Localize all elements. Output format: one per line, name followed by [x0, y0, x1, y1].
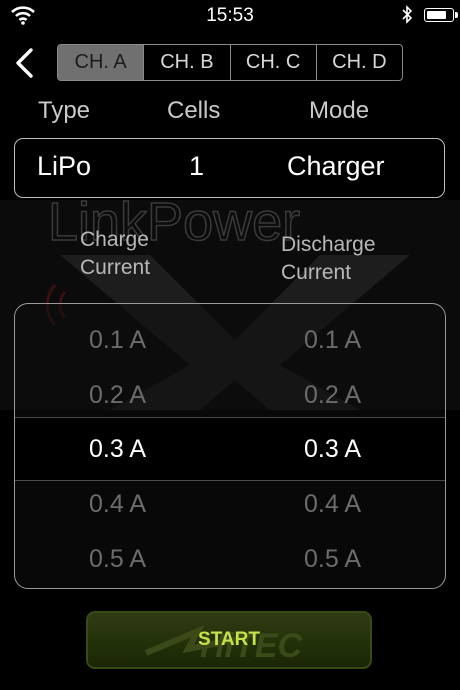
mode-header: Mode [309, 97, 370, 124]
charge-option[interactable]: 0.2 A [89, 381, 146, 410]
charge-option[interactable]: 0.5 A [89, 545, 146, 574]
cells-value[interactable]: 1 [189, 151, 204, 182]
start-label: START [198, 629, 260, 650]
current-picker[interactable]: 0.1 A 0.2 A 0.3 A 0.4 A 0.5 A 0.1 A 0.2 … [14, 303, 446, 589]
tab-ch-a[interactable]: CH. A [58, 45, 144, 80]
discharge-option-selected[interactable]: 0.3 A [304, 435, 361, 464]
discharge-option[interactable]: 0.4 A [304, 490, 361, 519]
tab-ch-d[interactable]: CH. D [315, 45, 402, 80]
picker-selection-band [15, 417, 445, 481]
cells-header: Cells [167, 97, 221, 124]
tab-ch-b[interactable]: CH. B [143, 45, 229, 80]
charge-option[interactable]: 0.4 A [89, 490, 146, 519]
status-bar: 15:53 [0, 0, 460, 32]
bluetooth-icon [402, 5, 413, 24]
battery-icon [424, 8, 458, 22]
status-time: 15:53 [206, 5, 254, 26]
battery-type-value[interactable]: LiPo [37, 151, 91, 182]
discharge-option[interactable]: 0.1 A [304, 326, 361, 355]
tab-ch-c[interactable]: CH. C [229, 45, 316, 80]
channel-tabs: CH. A CH. B CH. C CH. D [57, 44, 403, 81]
charge-current-label: Charge Current [80, 228, 151, 279]
start-button[interactable]: HiTEC START [86, 611, 372, 669]
mode-value[interactable]: Charger [287, 151, 385, 182]
discharge-option[interactable]: 0.2 A [304, 381, 361, 410]
charge-option-selected[interactable]: 0.3 A [89, 435, 146, 464]
discharge-option[interactable]: 0.5 A [304, 545, 361, 574]
charge-option[interactable]: 0.1 A [89, 326, 146, 355]
type-header: Type [38, 97, 91, 124]
battery-level [427, 11, 446, 19]
chevron-left-icon[interactable] [12, 46, 38, 80]
discharge-current-label: Discharge Current [281, 233, 376, 284]
